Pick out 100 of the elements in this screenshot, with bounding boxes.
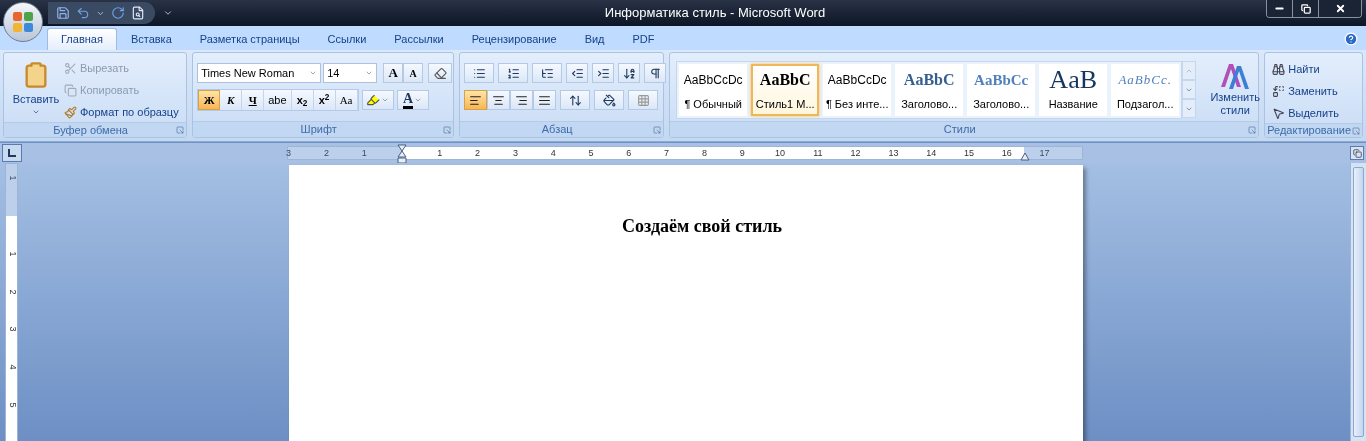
indent-icon (596, 66, 610, 80)
view-ruler-button[interactable] (1350, 146, 1364, 160)
scissors-icon (64, 61, 77, 75)
align-button[interactable] (464, 90, 488, 110)
ribbon-tab[interactable]: Главная (47, 28, 117, 50)
align-button[interactable] (510, 90, 534, 110)
redo-icon[interactable] (111, 6, 125, 20)
ruler-toggle-icon (1352, 148, 1362, 158)
minimize-button[interactable] (1267, 0, 1293, 17)
change-styles-button[interactable]: Изменить стили (1202, 61, 1269, 117)
ruler-number: 13 (887, 147, 900, 159)
sort-button[interactable] (618, 63, 641, 83)
print-preview-icon[interactable] (131, 6, 145, 20)
close-button[interactable] (1319, 0, 1361, 17)
eraser-icon (433, 66, 447, 80)
style-item[interactable]: AaBbCcDc ¶ Без инте... (823, 64, 892, 116)
style-item[interactable]: AaBbCc. Подзагол... (1111, 64, 1180, 116)
style-item[interactable]: AaBbC Заголово... (895, 64, 964, 116)
ruler-number: 17 (1038, 147, 1051, 159)
shading-button[interactable] (594, 90, 625, 110)
style-preview: AaBbC (903, 70, 955, 90)
group-title: Абзац (540, 124, 574, 135)
font-color-button[interactable]: A (396, 90, 429, 110)
save-icon[interactable] (56, 6, 70, 20)
format-button[interactable]: x$^{2}$ (313, 90, 336, 110)
sort-icon (622, 66, 636, 80)
brush-icon (64, 105, 77, 119)
ribbon-tab[interactable]: PDF (618, 28, 669, 50)
show-marks-button[interactable] (644, 63, 667, 83)
shrink-font-button[interactable]: A (403, 63, 424, 83)
format-button[interactable]: Aa (335, 90, 358, 110)
format-button[interactable]: abe (264, 90, 292, 110)
ruler-number: 9 (738, 147, 746, 159)
style-item[interactable]: AaBbCcDc ¶ Обычный (679, 64, 748, 116)
tab-stop-icon (8, 149, 16, 157)
ribbon-tab[interactable]: Вставка (116, 28, 186, 50)
line-spacing-button[interactable] (560, 90, 591, 110)
customize-caret-icon[interactable] (163, 8, 173, 18)
numbering-button[interactable] (498, 63, 529, 83)
group-title: Редактирование (1267, 125, 1351, 136)
bullets-button[interactable] (464, 63, 495, 83)
decrease-indent-button[interactable] (566, 63, 589, 83)
ruler-number: 3 (511, 147, 519, 159)
format-button[interactable]: Ж (198, 90, 221, 110)
restore-button[interactable] (1293, 0, 1319, 17)
ruler-number: 6 (625, 147, 633, 159)
highlight-button[interactable] (361, 90, 394, 110)
format-button[interactable]: Ч (242, 90, 265, 110)
clear-format-button[interactable] (428, 63, 453, 83)
ribbon-tab[interactable]: Ссылки (313, 28, 381, 50)
editing-command[interactable]: Выделить (1272, 103, 1339, 123)
ruler-number: 3 (6, 325, 18, 334)
ribbon-tab[interactable]: Вид (570, 28, 619, 50)
grow-font-button[interactable]: A (383, 63, 404, 83)
align-button[interactable] (487, 90, 511, 110)
right-indent-icon[interactable] (1020, 151, 1030, 161)
ribbon-tab[interactable]: Рецензирование (457, 28, 571, 50)
ruler-number: 7 (663, 147, 671, 159)
style-item[interactable]: AaBbCc Заголово... (967, 64, 1036, 116)
group-title: Стили (942, 124, 977, 135)
format-button[interactable]: К (220, 90, 243, 110)
style-preview: AaBbCc (974, 70, 1029, 90)
align-button[interactable] (533, 90, 557, 110)
style-preview: AaBbCc. (1118, 71, 1172, 90)
group-title: Буфер обмена (52, 124, 129, 136)
undo-icon[interactable] (76, 6, 90, 20)
tab-selector-button[interactable] (2, 144, 22, 162)
style-name: Стиль1 М... (755, 96, 815, 112)
style-item[interactable]: AaB Название (1039, 64, 1108, 116)
align-left-icon (469, 93, 483, 107)
ruler-number: 1 (6, 174, 18, 183)
line-spacing-icon (568, 93, 582, 107)
group-title: Шрифт (299, 124, 338, 135)
multilevel-list-button[interactable] (532, 63, 563, 83)
style-preview: AaBbCcDc (827, 72, 887, 89)
clipboard-command[interactable]: Формат по образцу (64, 102, 179, 122)
font-name-field[interactable]: Times New Roman (197, 63, 322, 83)
style-name: Подзагол... (1116, 96, 1174, 112)
format-button[interactable]: x$_{2}$ (291, 90, 314, 110)
editing-command[interactable]: Найти (1272, 59, 1339, 79)
ribbon-tab[interactable]: Разметка страницы (185, 28, 314, 50)
indent-marker-icon[interactable] (397, 144, 407, 164)
ruler-number: 2 (474, 147, 482, 159)
help-icon[interactable] (1344, 32, 1358, 46)
highlighter-icon (366, 93, 381, 107)
editing-command[interactable]: Заменить (1272, 81, 1339, 101)
ruler-number: 1 (436, 147, 444, 159)
align-right-icon (515, 93, 529, 107)
font-size-field[interactable]: 14 (323, 63, 378, 83)
paste-button[interactable]: Вставить (8, 57, 64, 119)
style-item[interactable]: AaBbC Стиль1 М... (751, 64, 820, 116)
paint-bucket-icon (602, 93, 616, 107)
increase-indent-button[interactable] (592, 63, 615, 83)
style-name: ¶ Обычный (684, 96, 742, 112)
bullet-list-icon (472, 66, 486, 80)
vertical-scrollbar[interactable] (1350, 163, 1366, 441)
ruler-number: 2 (322, 147, 330, 159)
ruler-number: 8 (700, 147, 708, 159)
ruler-number: 5 (6, 401, 18, 410)
ribbon-tab[interactable]: Рассылки (380, 28, 458, 50)
